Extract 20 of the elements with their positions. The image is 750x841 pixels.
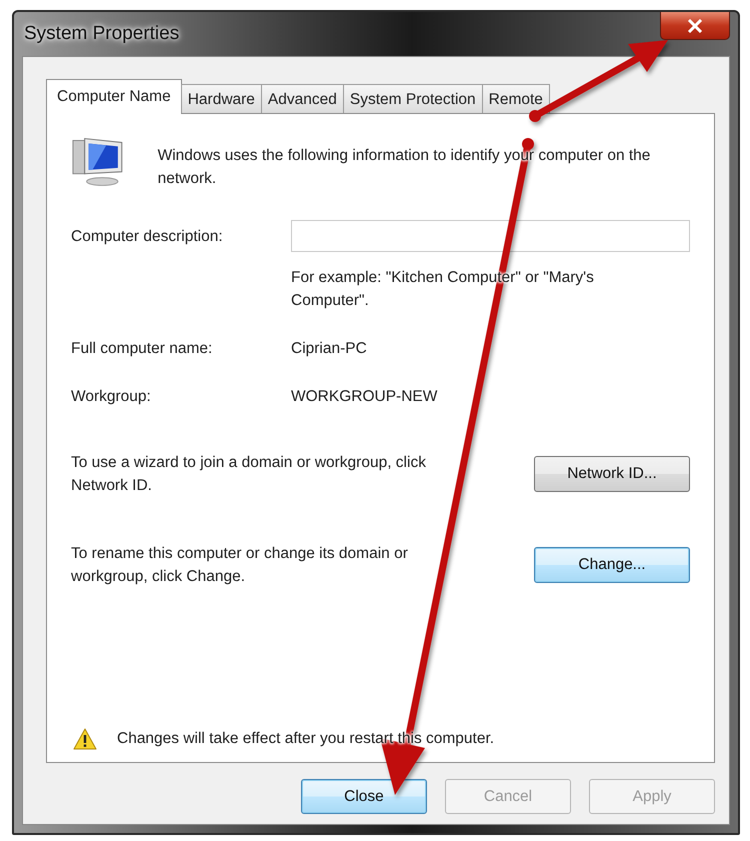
close-icon [687,18,703,32]
info-value: Ciprian-PC [291,339,368,359]
info-label: Full computer name: [71,339,214,359]
tab[interactable]: Computer Name [46,79,182,114]
window-title: System Properties [23,23,180,45]
action-text: To use a wizard to join a domain or workgroup, click Network ID. [71,453,427,496]
tab[interactable]: Advanced [260,84,344,113]
dialog-button[interactable]: Close [301,779,427,814]
description-label: Computer description: [71,226,224,246]
tab[interactable]: Remote [482,84,550,113]
description-field[interactable] [291,220,690,252]
action-button[interactable]: Network ID... [534,456,690,492]
warning-icon [73,728,97,750]
action-text: To rename this computer or change its domain or workgroup, click Change. [71,544,409,587]
tab[interactable]: System Protection [342,84,483,113]
info-value: WORKGROUP-NEW [291,387,438,407]
info-label: Workgroup: [71,387,152,407]
action-button[interactable]: Change... [534,547,690,583]
tab[interactable]: Hardware [180,84,262,113]
close-button[interactable] [660,12,730,40]
